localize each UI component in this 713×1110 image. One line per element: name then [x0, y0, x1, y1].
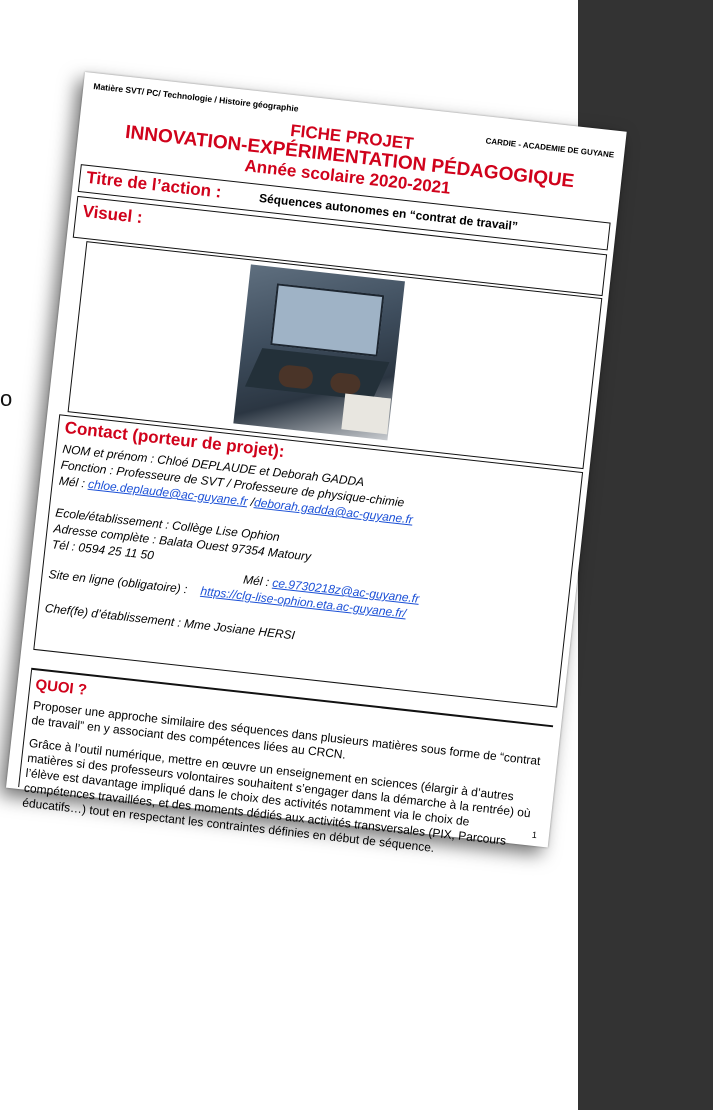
hand-shape: [277, 364, 314, 390]
project-sheet: Matière SVT/ PC/ Technologie / Histoire …: [5, 72, 627, 855]
laptop-photo: [233, 264, 405, 441]
mel-label: Mél :: [58, 473, 89, 491]
quoi-title: QUOI ?: [34, 676, 88, 699]
laptop-screen-shape: [270, 283, 385, 357]
site-label: Site en ligne (obligatoire) :: [47, 567, 189, 597]
keyboard-shape: [244, 348, 390, 401]
etab-mel-label: Mél :: [242, 572, 274, 590]
edge-character: o: [0, 386, 13, 411]
paper-shape: [341, 393, 392, 435]
contact-chef: Chef(fe) d’établissement : Mme Josiane H…: [44, 600, 296, 643]
visuel-label: Visuel :: [81, 201, 144, 228]
action-label: Titre de l’action :: [85, 167, 223, 202]
